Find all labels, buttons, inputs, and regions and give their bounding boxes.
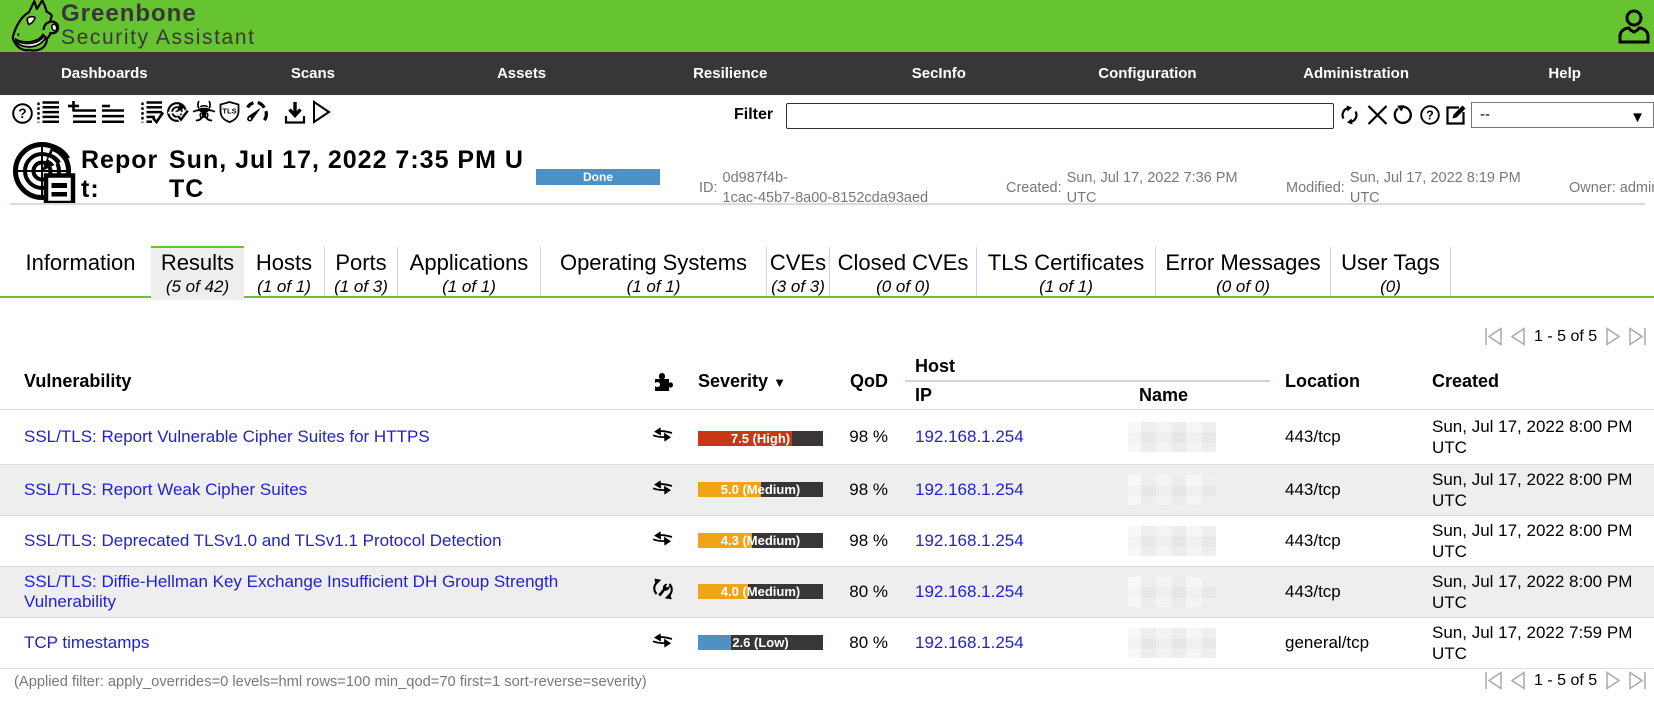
svg-text:?: ? xyxy=(18,106,26,121)
svg-text:TLS: TLS xyxy=(222,107,236,116)
svg-text:?: ? xyxy=(1426,109,1434,123)
